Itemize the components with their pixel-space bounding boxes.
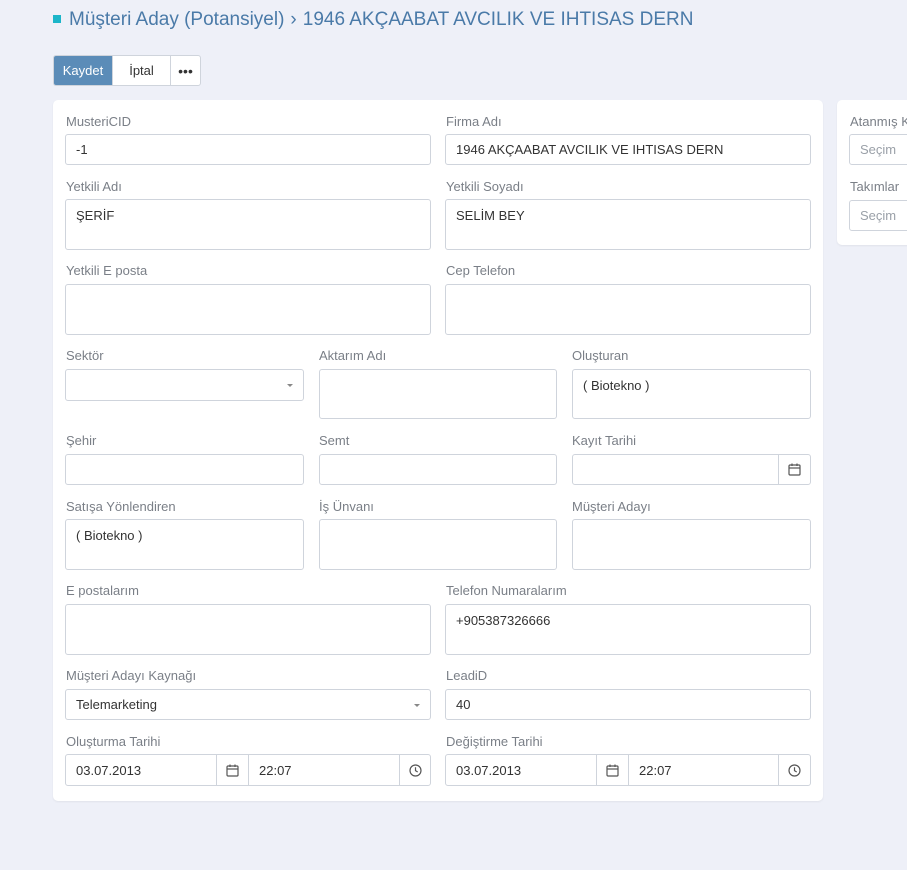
is-unvani-field[interactable] [319,519,557,570]
atanmis-label: Atanmış K [850,114,907,129]
sektor-select[interactable] [65,369,304,401]
save-button[interactable]: Kaydet [54,56,113,85]
olusturan-field[interactable]: ( Biotekno ) [572,369,811,419]
satisa-yonlendiren-field[interactable]: ( Biotekno ) [65,519,304,570]
yetkili-soyadi-label: Yetkili Soyadı [446,179,524,194]
olusturan-label: Oluşturan [572,348,629,363]
satisa-yonlendiren-label: Satışa Yönlendiren [66,499,176,514]
musteri-adayi-field[interactable] [572,519,811,570]
musteri-adayi-kaynagi-select[interactable]: Telemarketing [65,689,431,720]
breadcrumb-separator: › [290,9,297,30]
aktarim-adi-label: Aktarım Adı [319,348,387,363]
musteri-adayi-label: Müşteri Adayı [572,499,651,514]
musteri-id-label: MusteriCID [66,114,132,129]
semt-field[interactable] [319,454,557,485]
kayit-tarihi-label: Kayıt Tarihi [572,433,637,448]
kayit-tarihi-field[interactable] [572,454,779,485]
olusturma-tarihi-calendar-button[interactable] [216,754,249,786]
action-toolbar: Kaydet İptal ••• [53,55,201,86]
kayit-tarihi-calendar-button[interactable] [778,454,811,485]
lead-id-label: LeadiD [446,668,488,683]
degistirme-tarihi-date-field[interactable]: 03.07.2013 [445,754,597,786]
calendar-icon [226,764,239,777]
sehir-field[interactable] [65,454,304,485]
degistirme-tarihi-label: Değiştirme Tarihi [446,734,543,749]
olusturma-tarihi-label: Oluşturma Tarihi [66,734,161,749]
olusturma-tarihi-time-field[interactable]: 22:07 [248,754,400,786]
yetkili-soyadi-field[interactable]: SELİM BEY [445,199,811,250]
degistirme-tarihi-clock-button[interactable] [778,754,811,786]
takimlar-select[interactable]: Seçim [849,200,907,231]
sehir-label: Şehir [66,433,97,448]
telefon-numaralarim-field[interactable]: +905387326666 [445,604,811,655]
e-postalarim-field[interactable] [65,604,431,655]
yetkili-eposta-field[interactable] [65,284,431,335]
takimlar-label: Takımlar [850,179,900,194]
yetkili-adi-label: Yetkili Adı [66,179,122,194]
title-marker-icon [53,15,61,23]
lead-form-card: MusteriCID -1 Firma Adı 1946 AKÇAABAT AV… [53,100,823,801]
clock-icon [408,763,422,777]
olusturma-tarihi-clock-button[interactable] [399,754,431,786]
semt-label: Semt [319,433,350,448]
more-options-button[interactable]: ••• [171,56,200,85]
sektor-label: Sektör [66,348,104,363]
aktarim-adi-field[interactable] [319,369,557,419]
calendar-icon [606,764,619,777]
firma-adi-label: Firma Adı [446,114,502,129]
telefon-numaralarim-label: Telefon Numaralarım [446,583,567,598]
musteri-id-field[interactable]: -1 [65,134,431,165]
atanmis-select[interactable]: Seçim [849,134,907,165]
cep-telefon-label: Cep Telefon [446,263,516,278]
yetkili-adi-field[interactable]: ŞERİF [65,199,431,250]
degistirme-tarihi-time-field[interactable]: 22:07 [628,754,779,786]
page-title: 1946 AKÇAABAT AVCILIK VE IHTISAS DERN [302,9,694,30]
cep-telefon-field[interactable] [445,284,811,335]
olusturma-tarihi-date-field[interactable]: 03.07.2013 [65,754,217,786]
e-postalarim-label: E postalarım [66,583,139,598]
yetkili-eposta-label: Yetkili E posta [66,263,148,278]
is-unvani-label: İş Ünvanı [319,499,374,514]
cancel-button[interactable]: İptal [113,56,171,85]
firma-adi-field[interactable]: 1946 AKÇAABAT AVCILIK VE IHTISAS DERN [445,134,811,165]
assignment-card: Atanmış K Seçim Takımlar Seçim [837,100,907,245]
calendar-icon [788,463,801,476]
lead-id-field[interactable]: 40 [445,689,811,720]
musteri-adayi-kaynagi-label: Müşteri Adayı Kaynağı [66,668,197,683]
breadcrumb-section[interactable]: Müşteri Aday (Potansiyel) [69,9,284,31]
breadcrumb: Müşteri Aday (Potansiyel) › 1946 AKÇAABA… [53,8,693,32]
degistirme-tarihi-calendar-button[interactable] [596,754,629,786]
clock-icon [788,763,801,777]
